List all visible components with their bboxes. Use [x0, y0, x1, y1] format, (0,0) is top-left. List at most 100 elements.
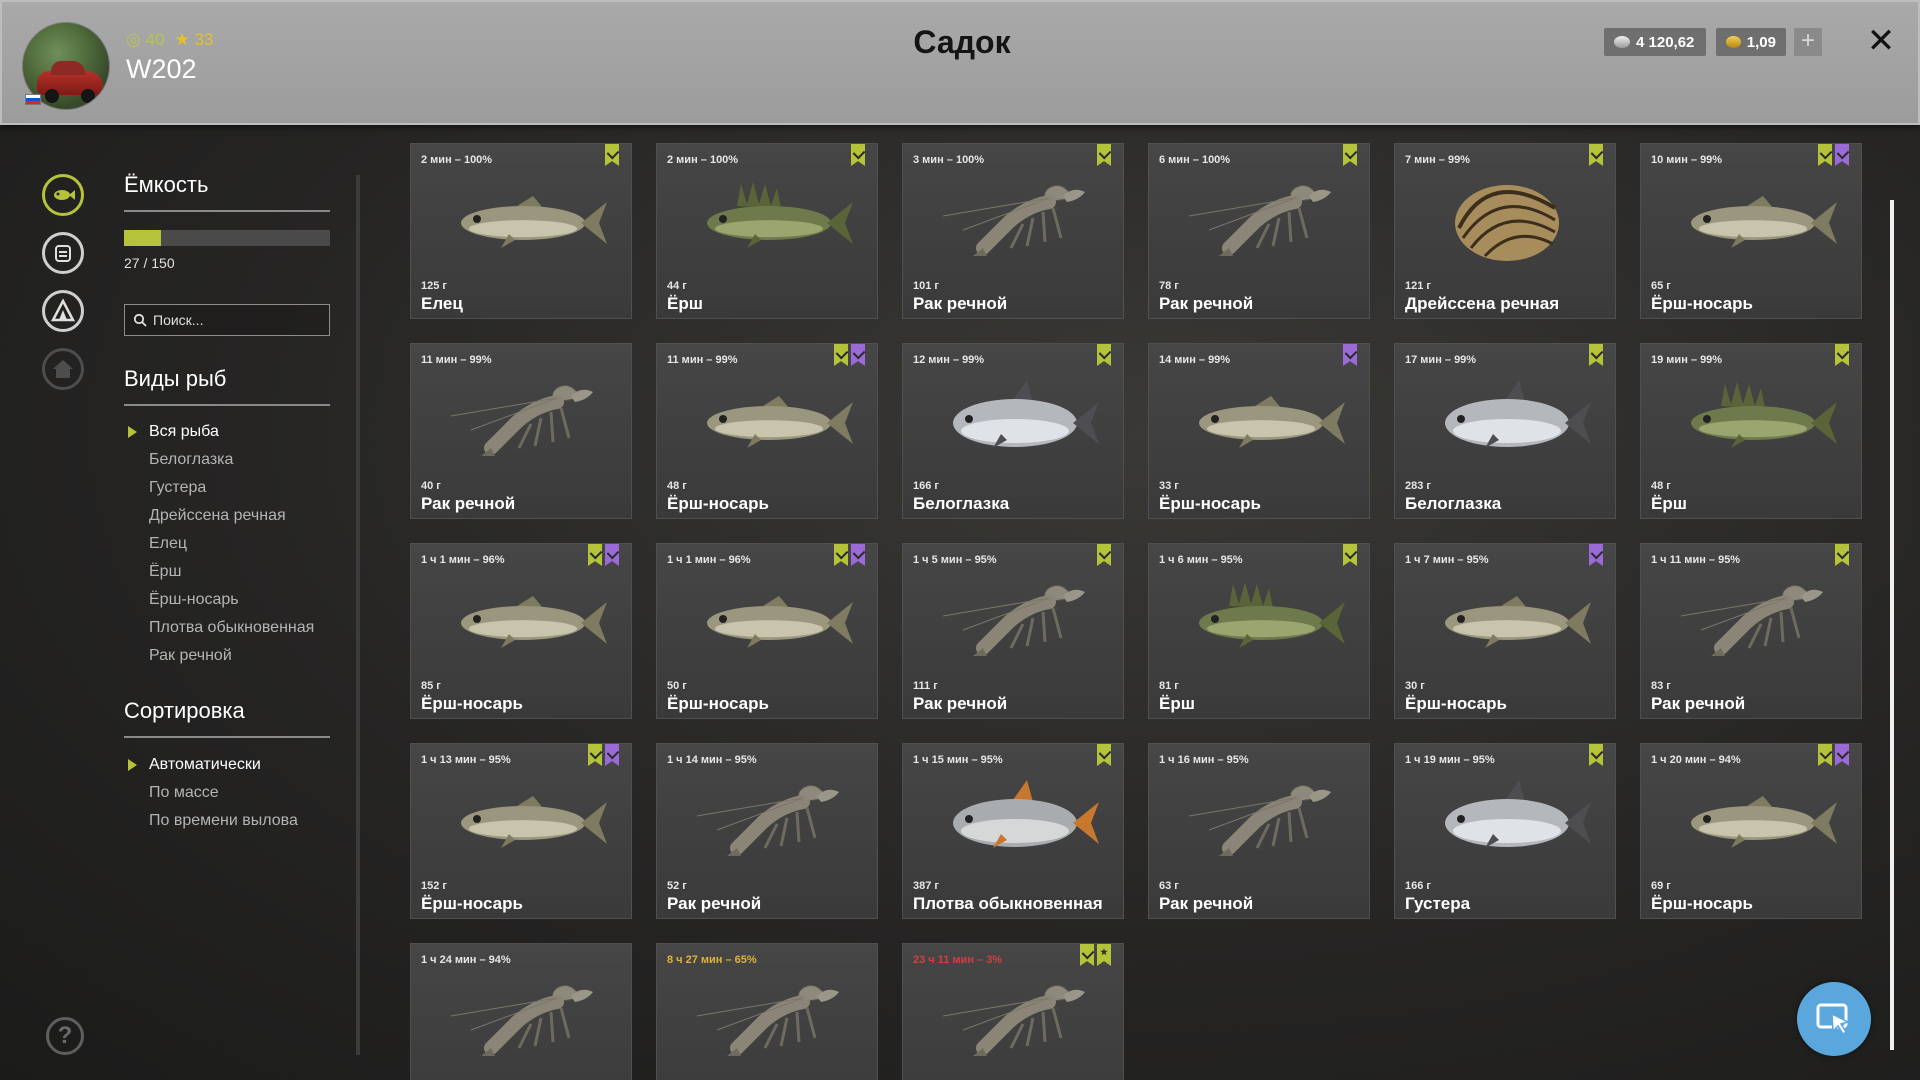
sort-option-item[interactable]: По массе [124, 779, 330, 807]
check-bookmark-icon[interactable] [1835, 544, 1849, 566]
catch-card[interactable]: 6 мин – 100% 78 г Рак речной [1148, 143, 1370, 319]
catch-weight: 111 г [913, 680, 938, 692]
check-bookmark-icon[interactable] [1589, 744, 1603, 766]
species-filter-item[interactable]: Елец [124, 530, 330, 558]
sorting-section: Сортировка [124, 698, 330, 738]
check-bookmark-icon[interactable] [1097, 344, 1111, 366]
catch-name: Рак речной [667, 894, 762, 913]
crayfish-image [677, 968, 857, 1073]
check-bookmark-icon[interactable] [1080, 944, 1094, 966]
check-bookmark-icon[interactable] [834, 344, 848, 366]
selected-triangle-icon [128, 759, 137, 771]
catch-card[interactable]: 1 ч 15 мин – 95% 387 г Плотва обыкновенная [902, 743, 1124, 919]
catch-card[interactable]: 3 мин – 100% 101 г Рак речной [902, 143, 1124, 319]
check-bookmark-icon[interactable] [605, 144, 619, 166]
cursor-mode-button[interactable] [1797, 982, 1871, 1056]
sort-option-label: Автоматически [149, 756, 261, 773]
catch-card[interactable]: 1 ч 11 мин – 95% 83 г Рак речной [1640, 543, 1862, 719]
badge-group [1589, 544, 1603, 566]
catch-card[interactable]: 1 ч 14 мин – 95% 52 г Рак речной [656, 743, 878, 919]
crayfish-image [1169, 168, 1349, 273]
level-indicator: ◎ 40 [126, 30, 165, 49]
catch-weight: 81 г [1159, 680, 1179, 692]
search-box[interactable] [124, 304, 330, 336]
species-filter-item[interactable]: Рак речной [124, 642, 330, 670]
catch-card[interactable]: 1 ч 7 мин – 95% 30 г Ёрш-носарь [1394, 543, 1616, 719]
ruff-image [677, 168, 857, 273]
catch-card[interactable]: 1 ч 5 мин – 95% 111 г Рак речной [902, 543, 1124, 719]
catch-card[interactable]: 11 мин – 99% 48 г Ёрш-носарь [656, 343, 878, 519]
species-filter-item[interactable]: Густера [124, 474, 330, 502]
catch-card[interactable]: 8 ч 27 мин – 65% [656, 943, 878, 1080]
species-filter-item[interactable]: Ёрш [124, 558, 330, 586]
catch-card[interactable]: 1 ч 24 мин – 94% [410, 943, 632, 1080]
add-currency-button[interactable]: + [1794, 28, 1822, 56]
catch-card[interactable]: 12 мин – 99% 166 г Белоглазка [902, 343, 1124, 519]
catch-card[interactable]: 2 мин – 100% 44 г Ёрш [656, 143, 878, 319]
catch-card[interactable]: 23 ч 11 мин – 3% [902, 943, 1124, 1080]
fish-image [1415, 568, 1595, 673]
catch-card[interactable]: 1 ч 6 мин – 95% 81 г Ёрш [1148, 543, 1370, 719]
favorite-bookmark-icon[interactable] [851, 344, 865, 366]
check-bookmark-icon[interactable] [834, 544, 848, 566]
catch-card[interactable]: 1 ч 16 мин – 95% 63 г Рак речной [1148, 743, 1370, 919]
help-button[interactable]: ? [46, 1017, 84, 1055]
species-filter-item[interactable]: Белоглазка [124, 446, 330, 474]
camp-tent-icon[interactable] [42, 290, 84, 332]
sort-option-item[interactable]: Автоматически [124, 751, 330, 779]
check-bookmark-icon[interactable] [1818, 744, 1832, 766]
favorite-bookmark-icon[interactable] [1589, 544, 1603, 566]
species-filter-item[interactable]: Плотва обыкновенная [124, 614, 330, 642]
catch-card[interactable]: 1 ч 1 мин – 96% 85 г Ёрш-носарь [410, 543, 632, 719]
favorite-bookmark-icon[interactable] [1835, 744, 1849, 766]
check-bookmark-icon[interactable] [1589, 144, 1603, 166]
species-filter-item[interactable]: Дрейссена речная [124, 502, 330, 530]
star-bookmark-icon[interactable] [1097, 944, 1111, 966]
ruff-image [1661, 368, 1841, 473]
catch-name: Ёрш-носарь [667, 494, 769, 513]
backpack-icon[interactable] [42, 232, 84, 274]
catch-card[interactable]: 19 мин – 99% 48 г Ёрш [1640, 343, 1862, 519]
catch-card[interactable]: 10 мин – 99% 65 г Ёрш-носарь [1640, 143, 1862, 319]
scrollbar[interactable] [1890, 200, 1894, 1050]
species-filter-item[interactable]: Вся рыба [124, 418, 330, 446]
silver-coin-icon [1614, 36, 1630, 48]
check-bookmark-icon[interactable] [1343, 544, 1357, 566]
catch-card[interactable]: 11 мин – 99% 40 г Рак речной [410, 343, 632, 519]
species-filter-item[interactable]: Ёрш-носарь [124, 586, 330, 614]
catch-weight: 101 г [913, 280, 939, 292]
catch-card[interactable]: 7 мин – 99% 121 г Дрейссена речная [1394, 143, 1616, 319]
capacity-title: Ёмкость [124, 172, 209, 197]
check-bookmark-icon[interactable] [588, 744, 602, 766]
player-stats: ◎ 40 ★ 33 [126, 30, 213, 50]
catch-weight: 166 г [1405, 880, 1431, 892]
favorite-bookmark-icon[interactable] [605, 544, 619, 566]
catch-card[interactable]: 1 ч 1 мин – 96% 50 г Ёрш-носарь [656, 543, 878, 719]
catch-card[interactable]: 1 ч 19 мин – 95% 166 г Густера [1394, 743, 1616, 919]
badge-group [1343, 144, 1357, 166]
catch-time: 1 ч 15 мин – 95% [913, 754, 1003, 766]
favorite-bookmark-icon[interactable] [605, 744, 619, 766]
check-bookmark-icon[interactable] [588, 544, 602, 566]
badge-group [1097, 144, 1111, 166]
search-input[interactable] [153, 312, 323, 328]
check-bookmark-icon[interactable] [1818, 144, 1832, 166]
favorite-bookmark-icon[interactable] [851, 544, 865, 566]
check-bookmark-icon[interactable] [1097, 744, 1111, 766]
catch-card[interactable]: 1 ч 20 мин – 94% 69 г Ёрш-носарь [1640, 743, 1862, 919]
check-bookmark-icon[interactable] [851, 144, 865, 166]
check-bookmark-icon[interactable] [1343, 144, 1357, 166]
check-bookmark-icon[interactable] [1097, 544, 1111, 566]
check-bookmark-icon[interactable] [1097, 144, 1111, 166]
check-bookmark-icon[interactable] [1835, 344, 1849, 366]
favorite-bookmark-icon[interactable] [1835, 144, 1849, 166]
catch-card[interactable]: 14 мин – 99% 33 г Ёрш-носарь [1148, 343, 1370, 519]
close-button[interactable]: ✕ [1864, 24, 1898, 58]
favorite-bookmark-icon[interactable] [1343, 344, 1357, 366]
check-bookmark-icon[interactable] [1589, 344, 1603, 366]
sort-option-item[interactable]: По времени вылова [124, 807, 330, 835]
catch-card[interactable]: 17 мин – 99% 283 г Белоглазка [1394, 343, 1616, 519]
catch-card[interactable]: 2 мин – 100% 125 г Елец [410, 143, 632, 319]
catch-card[interactable]: 1 ч 13 мин – 95% 152 г Ёрш-носарь [410, 743, 632, 919]
keepnet-fish-icon[interactable] [42, 174, 84, 216]
